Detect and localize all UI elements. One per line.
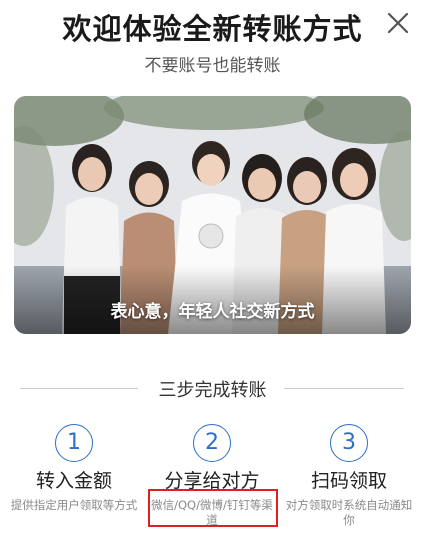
- step-title: 转入金额: [35, 470, 112, 492]
- annotation-highlight-box: [148, 489, 278, 527]
- transfer-intro-page: 欢迎体验全新转账方式 不要账号也能转账 表心意，年轻人社交新方式 三步完成转账 …: [0, 0, 425, 533]
- step-1: 1 转入金额 提供指定用户领取等方式: [4, 424, 144, 513]
- step-number-badge: 3: [330, 424, 368, 462]
- divider-right: [284, 388, 404, 389]
- step-3: 3 扫码领取 对方领取时系统自动通知你: [279, 424, 419, 528]
- page-subtitle: 不要账号也能转账: [144, 56, 281, 76]
- page-title: 欢迎体验全新转账方式: [62, 12, 363, 46]
- step-title: 扫码领取: [310, 470, 387, 492]
- step-description: 提供指定用户领取等方式: [10, 498, 138, 512]
- banner-caption: 表心意，年轻人社交新方式: [110, 302, 315, 322]
- promo-banner[interactable]: 表心意，年轻人社交新方式: [14, 96, 411, 334]
- step-number-badge: 1: [55, 424, 93, 462]
- step-description: 对方领取时系统自动通知你: [285, 498, 413, 527]
- close-icon[interactable]: [385, 10, 411, 36]
- steps-section-title: 三步完成转账: [158, 380, 267, 401]
- step-number-badge: 2: [193, 424, 231, 462]
